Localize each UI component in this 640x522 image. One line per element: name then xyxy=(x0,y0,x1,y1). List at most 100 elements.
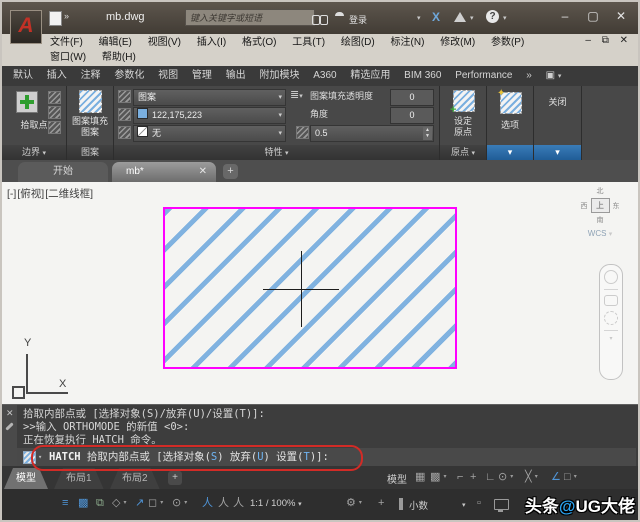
navigation-bar[interactable]: ▾ xyxy=(599,264,623,380)
isometric-drafting-icon[interactable]: ╳ ▾ xyxy=(525,469,538,486)
layout-tab-model[interactable]: 模型 xyxy=(4,468,48,489)
gizmo-icon[interactable]: ⊙ ▾ xyxy=(172,495,187,512)
help-icon[interactable]: ? xyxy=(486,10,499,23)
file-tab-close-icon[interactable]: ✕ xyxy=(199,162,207,182)
help-dropdown-icon[interactable]: ▾ xyxy=(503,14,507,22)
ribbon-tab-featured[interactable]: 精选应用 xyxy=(350,66,390,86)
quick-access-overflow-icon[interactable]: » xyxy=(64,11,69,21)
ribbon-tab-home[interactable]: 默认 xyxy=(13,66,33,86)
ribbon-tab-a360[interactable]: A360 xyxy=(313,66,336,86)
wcs-dropdown[interactable]: WCS ▾ xyxy=(574,229,626,238)
transparency-icon[interactable]: ▩ xyxy=(78,495,88,512)
maximize-button[interactable]: ▢ xyxy=(582,9,604,23)
clean-screen-icon[interactable] xyxy=(494,499,509,510)
selection-cycling-icon[interactable]: ⧉ xyxy=(96,495,104,512)
menu-tools[interactable]: 工具(T) xyxy=(292,35,325,51)
viewcube-north[interactable]: 北 xyxy=(574,186,626,196)
menu-insert[interactable]: 插入(I) xyxy=(197,35,226,51)
viewcube-east[interactable]: 东 xyxy=(613,201,620,211)
navigation-wheel-icon[interactable] xyxy=(604,270,618,284)
ribbon-state-icon[interactable]: ▣ ▾ xyxy=(546,66,562,87)
menu-format[interactable]: 格式(O) xyxy=(242,35,276,51)
ribbon-tab-parametric[interactable]: 参数化 xyxy=(114,66,144,86)
panel-label-origin[interactable]: 原点 ▾ xyxy=(440,145,486,160)
communication-center-icon[interactable] xyxy=(454,12,466,22)
close-hatch-button[interactable]: 关闭 xyxy=(534,95,581,108)
hatch-color-dropdown[interactable]: 122,175,223▾ xyxy=(133,107,286,124)
menu-parametric[interactable]: 参数(P) xyxy=(491,35,524,51)
drawing-canvas[interactable]: [-][俯视][二维线框] 北 西上东 南 WCS ▾ ▾ Y xyxy=(2,182,638,404)
search-input[interactable] xyxy=(185,9,315,26)
model-space-toggle[interactable]: 模型 xyxy=(387,471,407,486)
background-color-dropdown[interactable]: 无▾ xyxy=(133,125,286,142)
options-button[interactable]: 选项 xyxy=(487,118,533,131)
options-panel-expander[interactable]: ▾ xyxy=(487,145,533,160)
panel-label-properties[interactable]: 特性 ▾ xyxy=(114,145,439,160)
remove-boundary-icon[interactable] xyxy=(48,106,61,119)
application-menu-button[interactable]: A xyxy=(10,10,42,44)
angle-value[interactable]: 0 xyxy=(390,107,434,124)
sign-in-button[interactable]: 登录 xyxy=(349,13,367,26)
new-document-icon[interactable] xyxy=(49,11,62,26)
menu-modify[interactable]: 修改(M) xyxy=(440,35,475,51)
pan-icon[interactable] xyxy=(604,295,618,306)
ribbon-tab-bim360[interactable]: BIM 360 xyxy=(404,66,441,86)
object-snap-tracking-icon[interactable]: ∠ xyxy=(551,469,561,486)
ribbon-tab-manage[interactable]: 管理 xyxy=(192,66,212,86)
menu-view[interactable]: 视图(V) xyxy=(148,35,181,51)
navbar-more-icon[interactable]: ▾ xyxy=(600,335,622,342)
menu-draw[interactable]: 绘图(D) xyxy=(341,35,375,51)
lineweight-icon[interactable]: ≡ xyxy=(62,495,68,512)
viewport-minimize-control[interactable]: [-] xyxy=(7,188,16,200)
dynamic-ucs-icon[interactable]: ↗ xyxy=(135,495,144,512)
set-origin-button-line2[interactable]: 原点 xyxy=(440,125,486,138)
viewcube-west[interactable]: 西 xyxy=(581,201,588,211)
scale-spinner[interactable]: ▲▼ xyxy=(423,127,432,140)
polar-tracking-icon[interactable]: ⊙ ▾ xyxy=(498,469,513,486)
menu-window[interactable]: 窗口(W) xyxy=(50,50,86,66)
new-drawing-tab-button[interactable]: + xyxy=(223,164,238,179)
workspace-gear-icon[interactable]: ⚙ ▾ xyxy=(346,495,362,512)
panel-label-boundaries[interactable]: 边界 ▾ xyxy=(2,145,66,160)
ribbon-tab-performance[interactable]: Performance xyxy=(455,66,512,86)
hatch-pattern-icon[interactable] xyxy=(79,90,102,113)
menu-file[interactable]: 文件(F) xyxy=(50,35,83,51)
menu-edit[interactable]: 编辑(E) xyxy=(99,35,132,51)
zoom-icon[interactable] xyxy=(604,311,618,325)
viewcube-south[interactable]: 南 xyxy=(574,215,626,225)
isolate-objects-icon[interactable]: ▫ xyxy=(477,495,481,512)
signin-dropdown-icon[interactable]: ▾ xyxy=(417,14,421,22)
pick-points-icon[interactable] xyxy=(16,91,38,113)
close-panel-expander[interactable]: ▾ xyxy=(534,145,581,160)
command-wrench-icon[interactable] xyxy=(5,422,13,430)
command-close-icon[interactable]: ✕ xyxy=(6,408,14,419)
ribbon-tab-insert[interactable]: 插入 xyxy=(47,66,67,86)
new-layout-button[interactable]: + xyxy=(168,471,182,485)
annotation-scale-icon[interactable]: 人 xyxy=(233,495,244,512)
recreate-boundary-icon[interactable] xyxy=(48,121,61,134)
viewport-view-control[interactable]: [俯视] xyxy=(17,188,44,200)
layout-tab-layout2[interactable]: 布局2 xyxy=(110,468,160,489)
snap-mode-icon[interactable]: ▩ ▾ xyxy=(430,469,446,486)
hatch-scale-field[interactable]: 0.5 ▲▼ xyxy=(310,125,434,142)
select-boundary-icon[interactable] xyxy=(48,91,61,104)
hatch-pattern-button-line2[interactable]: 图案 xyxy=(67,125,113,138)
ribbon-tab-output[interactable]: 输出 xyxy=(226,66,246,86)
annotation-scale-value[interactable]: 1:1 / 100% ▾ xyxy=(250,498,302,509)
viewport-visualstyle-control[interactable]: [二维线框] xyxy=(45,188,93,200)
object-snap-icon[interactable]: □ ▾ xyxy=(564,469,577,486)
close-button[interactable]: ✕ xyxy=(610,9,632,23)
file-tab-start[interactable]: 开始 xyxy=(18,162,108,182)
menu-dimension[interactable]: 标注(N) xyxy=(391,35,425,51)
viewcube[interactable]: 北 西上东 南 WCS ▾ xyxy=(574,186,626,238)
ribbon-tab-overflow-icon[interactable]: » xyxy=(526,66,532,86)
user-icon[interactable] xyxy=(335,11,344,16)
units-dropdown[interactable]: 小数 xyxy=(409,498,428,512)
annotation-visibility-icon[interactable]: 人 xyxy=(202,495,213,512)
units-caret-icon[interactable]: ▾ xyxy=(462,501,466,509)
ribbon-tab-annotate[interactable]: 注释 xyxy=(81,66,101,86)
document-window-controls[interactable]: – ⧉ ✕ xyxy=(585,35,632,46)
layers-icon[interactable]: ≣▾ xyxy=(290,88,303,101)
annotation-monitor-plus-icon[interactable]: + xyxy=(378,495,384,512)
grid-display-icon[interactable]: ▦ xyxy=(415,469,425,486)
